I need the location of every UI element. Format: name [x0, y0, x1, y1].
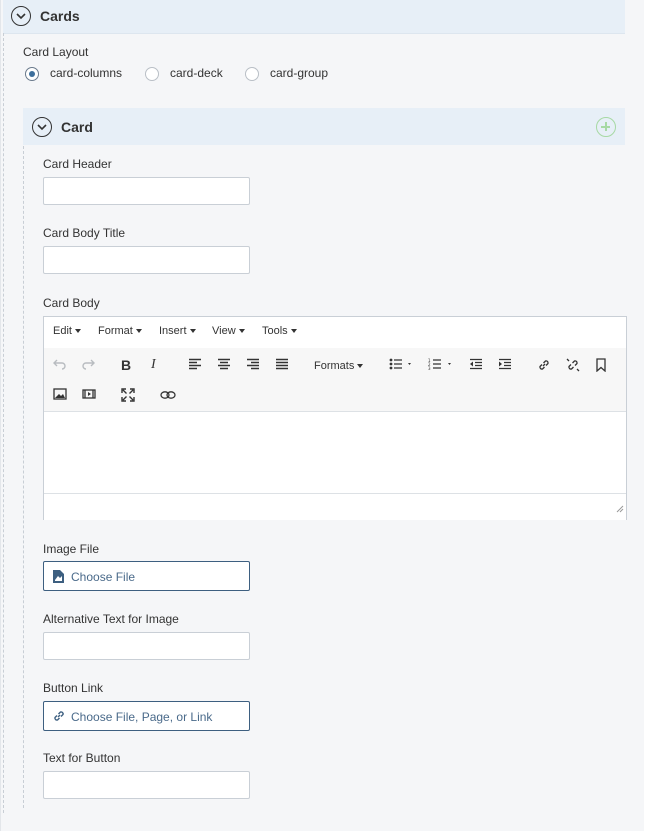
numbered-list-icon[interactable]: 123 — [428, 358, 454, 373]
image-icon[interactable] — [53, 388, 67, 403]
align-justify-icon[interactable] — [275, 358, 289, 373]
menu-tools[interactable]: Tools — [262, 325, 297, 337]
card-nesting-guide — [23, 146, 24, 808]
nesting-guide — [3, 33, 4, 813]
card-header-label: Card Header — [43, 157, 112, 171]
image-file-icon — [52, 569, 65, 587]
unlink-icon[interactable] — [566, 358, 580, 375]
bookmark-icon[interactable] — [596, 358, 606, 375]
button-text-input[interactable] — [43, 771, 250, 799]
align-left-icon[interactable] — [188, 358, 202, 373]
media-icon[interactable] — [82, 388, 96, 403]
editor-content-area[interactable] — [44, 412, 626, 492]
choose-file-text: Choose File — [71, 570, 136, 584]
menu-edit[interactable]: Edit — [53, 325, 81, 337]
resize-handle-icon[interactable] — [616, 500, 624, 518]
alt-text-input[interactable] — [43, 632, 250, 660]
menu-view[interactable]: View — [212, 325, 245, 337]
button-text-label: Text for Button — [43, 751, 121, 765]
image-file-label: Image File — [43, 542, 100, 556]
cards-section-header[interactable] — [3, 0, 625, 34]
italic-icon[interactable]: I — [151, 358, 156, 372]
editor-statusbar — [44, 493, 626, 520]
section-title: Cards — [40, 8, 80, 24]
card-header-input[interactable] — [43, 177, 250, 205]
cards-panel: Cards Card Layout card-columns card-deck… — [0, 0, 644, 831]
card-body-label: Card Body — [43, 296, 100, 310]
card-layout-label: Card Layout — [23, 45, 89, 59]
choose-link-text: Choose File, Page, or Link — [71, 710, 213, 724]
radio-label-card-columns[interactable]: card-columns — [50, 66, 122, 80]
fullscreen-icon[interactable] — [121, 388, 135, 405]
card-title: Card — [61, 119, 93, 135]
alt-text-label: Alternative Text for Image — [43, 612, 179, 626]
indent-icon[interactable] — [498, 358, 512, 373]
formats-dropdown[interactable]: Formats — [314, 359, 364, 373]
rich-text-editor: Edit Format Insert View Tools B I Format… — [43, 316, 627, 520]
card-subsection-header[interactable] — [23, 108, 625, 145]
align-right-icon[interactable] — [246, 358, 260, 373]
radio-label-card-deck[interactable]: card-deck — [170, 66, 223, 80]
radio-card-columns[interactable] — [25, 67, 39, 81]
svg-text:3: 3 — [428, 366, 431, 370]
bullet-list-icon[interactable] — [389, 358, 413, 373]
image-file-chooser[interactable]: Choose File — [43, 561, 250, 591]
radio-card-group[interactable] — [245, 67, 259, 81]
card-body-title-input[interactable] — [43, 246, 250, 274]
menu-insert[interactable]: Insert — [159, 325, 196, 337]
menu-format[interactable]: Format — [98, 325, 142, 337]
undo-icon[interactable] — [53, 358, 67, 373]
anchor-link-icon[interactable] — [160, 389, 176, 403]
outdent-icon[interactable] — [469, 358, 483, 373]
bold-icon[interactable]: B — [121, 358, 131, 372]
align-center-icon[interactable] — [217, 358, 231, 373]
editor-menubar: Edit Format Insert View Tools — [44, 317, 626, 349]
link-chain-icon — [52, 709, 66, 726]
radio-label-card-group[interactable]: card-group — [270, 66, 328, 80]
card-body-title-label: Card Body Title — [43, 226, 126, 240]
radio-card-deck[interactable] — [145, 67, 159, 81]
button-link-chooser[interactable]: Choose File, Page, or Link — [43, 701, 250, 731]
link-icon[interactable] — [537, 358, 551, 375]
card-collapse-chevron-icon[interactable] — [32, 117, 52, 137]
collapse-chevron-icon[interactable] — [11, 6, 31, 26]
redo-icon[interactable] — [81, 358, 95, 373]
editor-toolbar: B I Formats 123 — [44, 348, 626, 412]
button-link-label: Button Link — [43, 681, 104, 695]
add-card-icon[interactable] — [596, 117, 616, 137]
